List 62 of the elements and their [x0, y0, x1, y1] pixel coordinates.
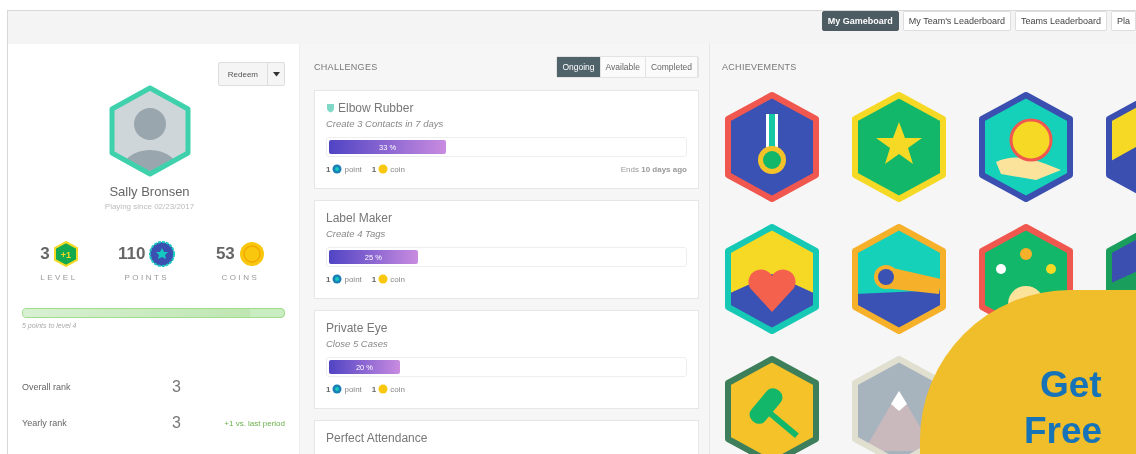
rank-change: +1 vs. last period — [223, 418, 285, 428]
user-name: Sally Bronsen — [108, 184, 191, 199]
nav-tab[interactable]: Pla — [1111, 11, 1136, 31]
promo-text: Free — [1024, 409, 1103, 453]
coin-icon — [378, 274, 389, 284]
achievement-badge-icon[interactable] — [976, 92, 1076, 202]
points-reward: 1 — [326, 164, 331, 174]
reward-label: coin — [390, 274, 405, 284]
achievement-badge-icon[interactable] — [722, 356, 822, 454]
nav-tab[interactable]: My Gameboard — [821, 11, 899, 31]
points-reward: 1 — [326, 384, 331, 394]
end-date-text: Ends 10 days ago — [620, 164, 687, 174]
nav-tab[interactable]: Teams Leaderboard — [1014, 11, 1107, 31]
achievement-badge-icon[interactable] — [722, 92, 822, 202]
challenge-description: Close 5 Cases — [326, 338, 389, 349]
challenge-title: Perfect Attendance — [326, 431, 428, 445]
stat-label: POINTS — [124, 273, 170, 282]
challenge-title: Elbow Rubber — [338, 101, 414, 115]
redeem-button[interactable]: Redeem — [218, 63, 268, 85]
challenge-description: Create 3 Contacts in 7 days — [326, 118, 445, 129]
challenge-title: Private Eye — [326, 321, 388, 335]
star-badge-icon — [149, 241, 176, 267]
coins-reward: 1 — [371, 274, 377, 284]
achievement-badge-icon[interactable] — [722, 224, 822, 334]
rank-label: Overall rank — [22, 382, 72, 392]
star-badge-icon — [332, 164, 343, 174]
coin-icon — [378, 164, 389, 174]
points-reward: 1 — [326, 274, 331, 284]
coins-reward: 1 — [371, 384, 377, 394]
stat-value: 110 — [118, 244, 146, 264]
challenge-description: Create 4 Tags — [326, 228, 387, 239]
reward-label: point — [344, 384, 362, 394]
star-badge-icon — [332, 384, 343, 394]
reward-label: point — [344, 164, 362, 174]
achievement-badge-icon[interactable] — [849, 224, 949, 334]
reward-label: coin — [390, 164, 405, 174]
promo-text: Get — [1040, 363, 1102, 407]
coins-reward: 1 — [371, 164, 377, 174]
nav-tab[interactable]: My Team's Leaderboard — [902, 11, 1011, 31]
section-title: ACHIEVEMENTS — [722, 62, 797, 72]
filter-tab[interactable]: Ongoing — [557, 57, 601, 77]
reward-label: coin — [390, 384, 405, 394]
caret-icon — [272, 71, 280, 77]
coin-icon — [378, 384, 389, 394]
coin-icon — [238, 241, 265, 267]
playing-since-text: Playing since 02/23/2017 — [103, 202, 196, 211]
stat-label: COINS — [221, 273, 260, 282]
rank-value: 3 — [172, 378, 182, 396]
stat-value: 53 — [215, 244, 235, 264]
star-badge-icon — [332, 274, 343, 284]
stat-label: LEVEL — [40, 273, 78, 282]
challenge-card[interactable]: Perfect Attendance — [314, 420, 699, 454]
filter-tab[interactable]: Available — [600, 57, 646, 77]
section-title: CHALLENGES — [314, 62, 378, 72]
rank-label: Yearly rank — [22, 418, 68, 428]
challenge-title: Label Maker — [326, 211, 393, 225]
reward-label: point — [344, 274, 362, 284]
filter-tab[interactable]: Completed — [645, 57, 698, 77]
level-hexagon-icon: +1 — [53, 241, 78, 267]
redeem-split-button[interactable]: Redeem — [217, 62, 285, 86]
stat-value: 3 — [40, 244, 50, 264]
rank-value: 3 — [172, 414, 182, 432]
